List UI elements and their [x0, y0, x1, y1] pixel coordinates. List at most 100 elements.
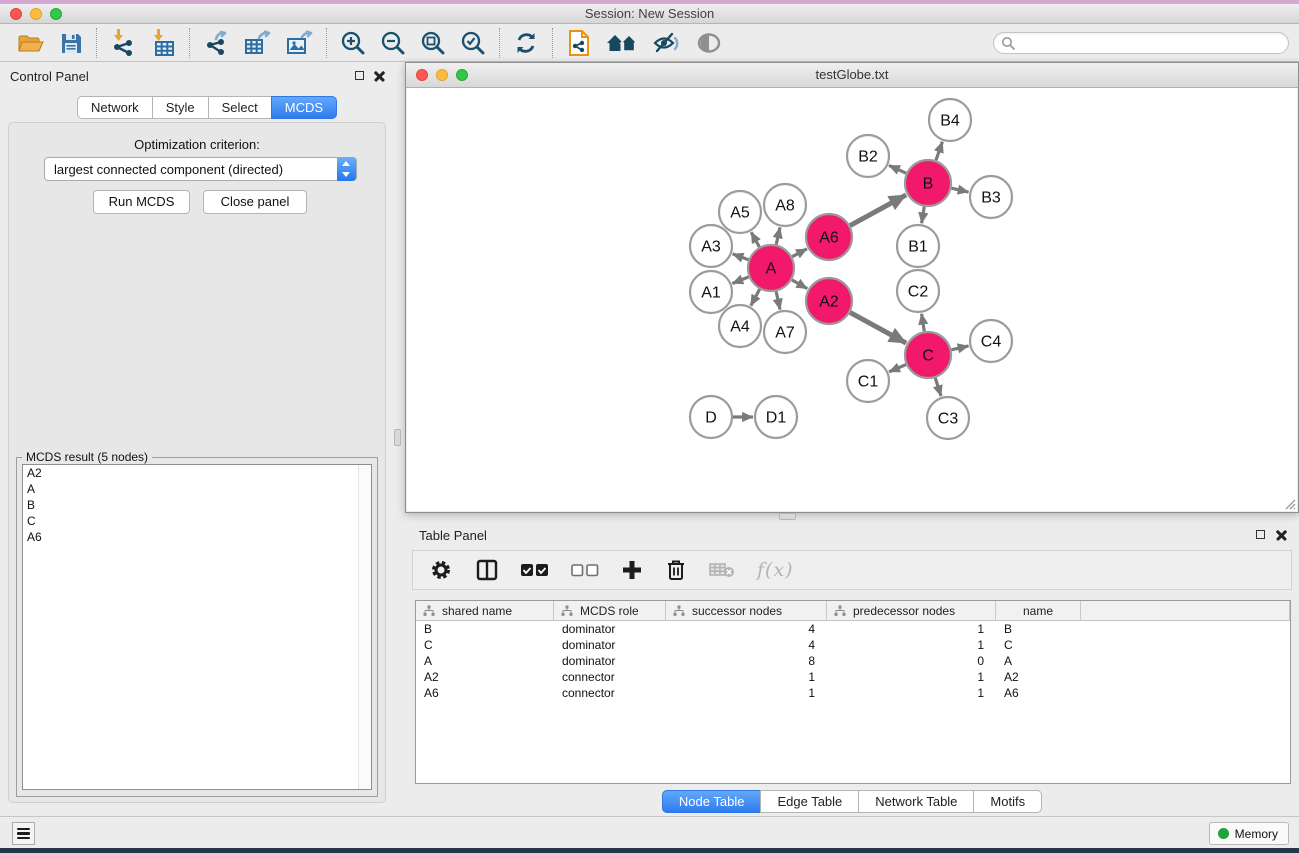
gear-icon[interactable] [429, 558, 453, 582]
graph-node-C2[interactable]: C2 [897, 270, 939, 312]
zoom-network-window-button[interactable] [456, 69, 468, 81]
hide-eye-icon[interactable] [645, 27, 689, 59]
task-history-icon[interactable] [12, 822, 35, 845]
table-cell[interactable]: B [416, 621, 554, 637]
table-cell[interactable]: 4 [666, 621, 827, 637]
close-table-panel-icon[interactable] [1276, 529, 1287, 540]
table-row[interactable]: Cdominator41C [416, 637, 1290, 653]
mcds-result-item[interactable]: A [23, 481, 371, 497]
save-session-icon[interactable] [52, 27, 90, 59]
table-cell[interactable]: connector [554, 685, 666, 701]
search-input[interactable] [993, 32, 1289, 54]
graph-node-C3[interactable]: C3 [927, 397, 969, 439]
table-cell[interactable]: C [416, 637, 554, 653]
mcds-result-item[interactable]: B [23, 497, 371, 513]
birdseye-icon[interactable] [689, 27, 729, 59]
graph-node-B3[interactable]: B3 [970, 176, 1012, 218]
network-graph[interactable]: B4B2BB3A5A8A6A3AB1A1A4A7A2C2CC4C1C3DD1 [407, 88, 1298, 512]
add-column-icon[interactable] [621, 559, 643, 581]
import-network-icon[interactable] [103, 27, 143, 59]
graph-node-A[interactable]: A [748, 245, 794, 291]
table-cell[interactable]: B [996, 621, 1081, 637]
column-header-shared-name[interactable]: shared name [416, 601, 554, 620]
minimize-network-window-button[interactable] [436, 69, 448, 81]
tab-edge-table[interactable]: Edge Table [760, 790, 859, 813]
graph-node-A7[interactable]: A7 [764, 311, 806, 353]
close-panel-icon[interactable] [374, 70, 385, 81]
criterion-dropdown[interactable]: largest connected component (directed) [44, 157, 357, 181]
tab-node-table[interactable]: Node Table [662, 790, 762, 813]
refresh-icon[interactable] [506, 27, 546, 59]
close-network-window-button[interactable] [416, 69, 428, 81]
table-row[interactable]: A2connector11A2 [416, 669, 1290, 685]
split-columns-icon[interactable] [475, 558, 499, 582]
export-network-icon[interactable] [196, 27, 236, 59]
graph-edge-C-C3[interactable] [935, 378, 941, 396]
tab-mcds[interactable]: MCDS [271, 96, 337, 119]
graph-node-C[interactable]: C [905, 332, 951, 378]
graph-node-A3[interactable]: A3 [690, 225, 732, 267]
import-table-icon[interactable] [143, 27, 183, 59]
table-cell[interactable]: 1 [666, 669, 827, 685]
tab-network[interactable]: Network [77, 96, 153, 119]
deselect-all-checkboxes-icon[interactable] [571, 563, 599, 577]
table-cell[interactable]: 4 [666, 637, 827, 653]
graph-edge-C-C2[interactable] [922, 314, 925, 332]
zoom-window-button[interactable] [50, 8, 62, 20]
column-header-predecessor-nodes[interactable]: predecessor nodes [827, 601, 996, 620]
graph-node-A8[interactable]: A8 [764, 184, 806, 226]
delete-table-icon[interactable] [709, 561, 735, 579]
graph-edge-A-A2[interactable] [792, 280, 807, 289]
open-session-icon[interactable] [10, 27, 52, 59]
table-row[interactable]: A6connector11A6 [416, 685, 1290, 701]
zoom-selected-icon[interactable] [453, 27, 493, 59]
table-cell[interactable]: A6 [996, 685, 1081, 701]
graph-edge-C-C4[interactable] [951, 346, 968, 350]
table-cell[interactable]: A2 [996, 669, 1081, 685]
float-panel-icon[interactable] [355, 71, 364, 80]
mcds-result-item[interactable]: C [23, 513, 371, 529]
table-cell[interactable]: 1 [666, 685, 827, 701]
graph-edge-A2-C[interactable] [850, 312, 906, 343]
graph-node-D[interactable]: D [690, 396, 732, 438]
graph-edge-A6-B[interactable] [850, 195, 906, 226]
table-cell[interactable]: dominator [554, 653, 666, 669]
graph-edge-A-A4[interactable] [751, 289, 760, 306]
table-cell[interactable]: 1 [827, 621, 996, 637]
close-window-button[interactable] [10, 8, 22, 20]
graph-edge-B-B2[interactable] [889, 165, 906, 173]
table-cell[interactable]: A2 [416, 669, 554, 685]
network-canvas[interactable]: B4B2BB3A5A8A6A3AB1A1A4A7A2C2CC4C1C3DD1 [407, 88, 1297, 511]
graph-edge-B-B4[interactable] [936, 142, 943, 161]
mcds-result-item[interactable]: A2 [23, 465, 371, 481]
table-cell[interactable]: 1 [827, 685, 996, 701]
graph-node-A6[interactable]: A6 [806, 214, 852, 260]
mcds-result-item[interactable]: A6 [23, 529, 371, 545]
graph-edge-A-A5[interactable] [751, 232, 759, 247]
table-cell[interactable]: C [996, 637, 1081, 653]
table-cell[interactable]: A [416, 653, 554, 669]
resize-grip-icon[interactable] [1282, 496, 1296, 510]
table-cell[interactable]: connector [554, 669, 666, 685]
table-cell[interactable]: 0 [827, 653, 996, 669]
column-header-name[interactable]: name [996, 601, 1081, 620]
export-table-icon[interactable] [236, 27, 278, 59]
graph-node-B1[interactable]: B1 [897, 225, 939, 267]
export-image-icon[interactable] [278, 27, 320, 59]
zoom-in-icon[interactable] [333, 27, 373, 59]
graph-edge-A-A1[interactable] [732, 277, 748, 284]
graph-node-A1[interactable]: A1 [690, 271, 732, 313]
graph-edge-A-A8[interactable] [776, 227, 780, 244]
select-all-checkboxes-icon[interactable] [521, 563, 549, 577]
graph-node-D1[interactable]: D1 [755, 396, 797, 438]
graph-edge-B-B3[interactable] [951, 188, 968, 192]
table-cell[interactable]: 1 [827, 669, 996, 685]
trash-icon[interactable] [665, 558, 687, 582]
vertical-splitter-handle[interactable] [394, 429, 401, 446]
tab-network-table[interactable]: Network Table [858, 790, 974, 813]
table-cell[interactable]: dominator [554, 621, 666, 637]
graph-node-C1[interactable]: C1 [847, 360, 889, 402]
minimize-window-button[interactable] [30, 8, 42, 20]
zoom-fit-icon[interactable] [413, 27, 453, 59]
memory-button[interactable]: Memory [1209, 822, 1289, 845]
